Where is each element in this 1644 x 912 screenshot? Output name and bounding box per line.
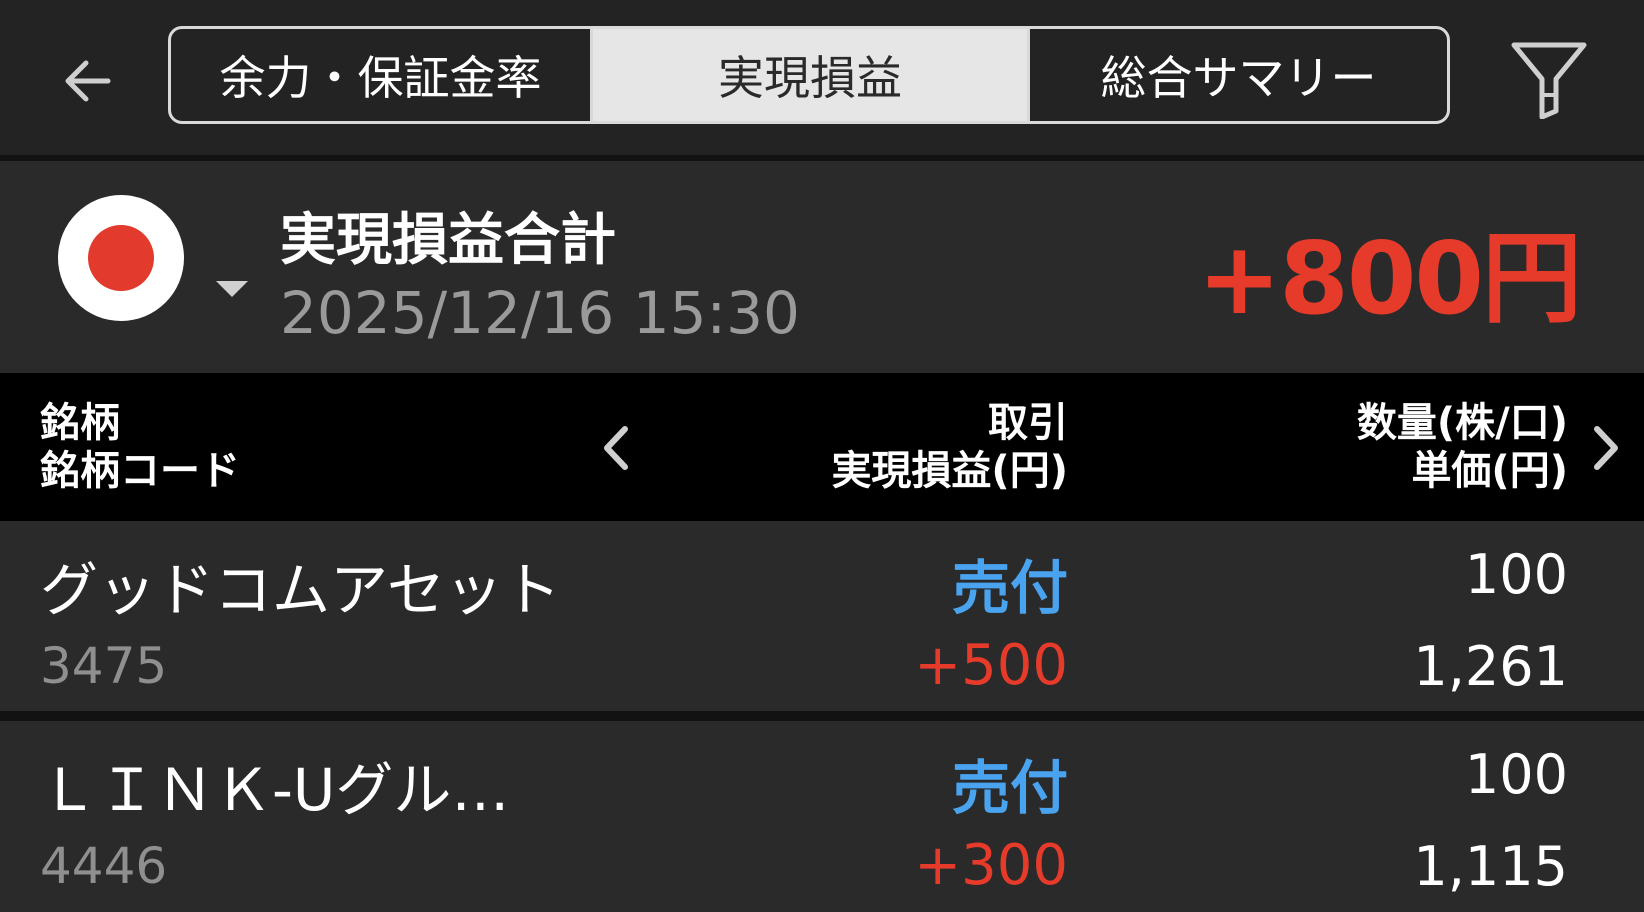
market-selector[interactable] <box>58 195 258 325</box>
tab-margin-ratio[interactable]: 余力・保証金率 <box>171 29 593 121</box>
quantity: 100 <box>1464 743 1568 806</box>
unit-price: 1,115 <box>1413 835 1568 898</box>
header-stock-code: 銘柄コード <box>40 448 240 494</box>
filter-button[interactable] <box>1504 34 1594 124</box>
summary-datetime: 2025/12/16 15:30 <box>280 279 800 347</box>
segment-tabs: 余力・保証金率 実現損益 総合サマリー <box>168 26 1450 124</box>
header-stock-name: 銘柄 <box>40 400 120 446</box>
unit-price: 1,261 <box>1413 635 1568 698</box>
scroll-right-button[interactable] <box>1582 421 1630 475</box>
top-bar: 余力・保証金率 実現損益 総合サマリー <box>0 0 1644 155</box>
table-row[interactable]: ＬＩＮＫ-Uグル… 4446 売付 +300 100 1,115 <box>0 721 1644 912</box>
column-header: 銘柄 銘柄コード 取引 実現損益(円) 数量(株/口) 単価(円) <box>0 373 1644 521</box>
stock-code: 3475 <box>40 637 168 695</box>
realized-pnl-summary: 実現損益合計 2025/12/16 15:30 +800円 <box>0 161 1644 373</box>
stock-code: 4446 <box>40 837 168 895</box>
header-unit-price: 単価(円) <box>1411 448 1568 494</box>
trade-type: 売付 <box>951 554 1068 622</box>
stock-name: ＬＩＮＫ-Uグル… <box>40 756 510 824</box>
tab-summary[interactable]: 総合サマリー <box>1027 29 1447 121</box>
tab-realized-pnl[interactable]: 実現損益 <box>593 29 1027 121</box>
header-stock: 銘柄 銘柄コード <box>40 399 240 495</box>
summary-total-value: +800円 <box>1197 220 1582 337</box>
table-row[interactable]: グッドコムアセット 3475 売付 +500 100 1,261 <box>0 521 1644 711</box>
header-quantity: 数量(株/口) 単価(円) <box>1357 399 1568 495</box>
chevron-left-icon <box>604 426 628 470</box>
stock-name: グッドコムアセット <box>40 556 561 624</box>
realized-pnl: +500 <box>914 633 1068 698</box>
header-trade-type: 取引 <box>988 400 1068 446</box>
summary-title: 実現損益合計 <box>280 208 616 273</box>
quantity: 100 <box>1464 543 1568 606</box>
filter-icon <box>1511 42 1587 119</box>
trade-type: 売付 <box>951 754 1068 822</box>
back-button[interactable] <box>52 45 124 117</box>
header-qty: 数量(株/口) <box>1356 400 1568 446</box>
scroll-left-button[interactable] <box>592 421 640 475</box>
row-divider <box>0 711 1644 721</box>
realized-pnl: +300 <box>914 833 1068 898</box>
arrow-left-icon <box>65 60 111 102</box>
header-trade: 取引 実現損益(円) <box>831 399 1068 495</box>
caret-down-icon <box>216 281 248 297</box>
chevron-right-icon <box>1594 426 1618 470</box>
japan-flag-icon <box>58 195 184 321</box>
header-realized-pnl: 実現損益(円) <box>831 448 1068 494</box>
